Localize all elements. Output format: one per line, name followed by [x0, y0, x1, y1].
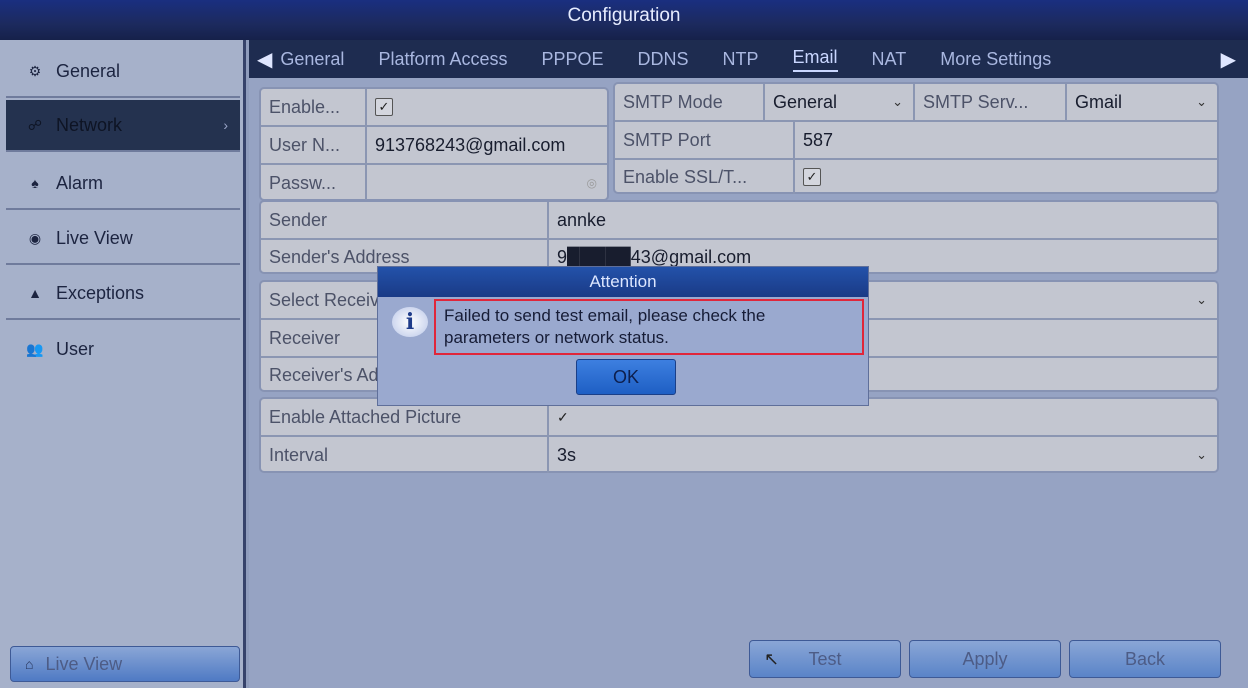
chevron-down-icon: ⌄ — [892, 94, 903, 109]
chevron-down-icon: ⌄ — [1196, 447, 1207, 462]
check-icon: ✓ — [803, 168, 821, 186]
smtp-group: SMTP Mode General ⌄ SMTP Serv... Gmail ⌄… — [613, 82, 1219, 194]
users-icon: 👥 — [26, 340, 44, 357]
smtp-port-label: SMTP Port — [615, 122, 795, 158]
sidebar-item-label: User — [56, 338, 95, 359]
sender-label: Sender — [261, 202, 549, 238]
sidebar-item-label: Alarm — [56, 172, 104, 193]
info-icon: i — [392, 307, 428, 337]
check-icon: ✓ — [557, 408, 569, 425]
sender-group: Sender annke Sender's Address 9█████43@g… — [259, 200, 1219, 274]
sidebar-item-label: General — [56, 60, 121, 81]
eye-icon[interactable]: ◎ — [587, 176, 597, 190]
tab-more-settings[interactable]: More Settings — [940, 49, 1051, 70]
home-icon: ⌂ — [25, 656, 34, 672]
smtp-mode-value: General — [773, 91, 838, 112]
sidebar-item-label: Exceptions — [56, 282, 145, 303]
window-title: Configuration — [0, 0, 1248, 40]
password-label: Passw... — [261, 165, 367, 201]
tab-scroll-right-icon[interactable]: ▶ — [1221, 47, 1236, 72]
ssl-label: Enable SSL/T... — [615, 160, 795, 194]
account-group: Enable... ✓ User N... 913768243@gmail.co… — [259, 87, 609, 201]
test-button[interactable]: ↖ Test — [749, 640, 901, 678]
ssl-checkbox[interactable]: ✓ — [795, 160, 1217, 194]
smtp-mode-label: SMTP Mode — [615, 84, 765, 120]
chevron-down-icon: ⌄ — [1196, 94, 1207, 109]
tab-ntp[interactable]: NTP — [723, 49, 759, 70]
smtp-mode-select[interactable]: General ⌄ — [765, 84, 915, 120]
eye-icon: ◉ — [28, 229, 42, 246]
attention-dialog: Attention i Failed to send test email, p… — [377, 266, 869, 406]
tab-scroll-left-icon[interactable]: ◀ — [257, 47, 272, 72]
back-button[interactable]: Back — [1069, 640, 1221, 678]
password-input[interactable]: ◎ — [367, 165, 607, 201]
interval-select[interactable]: 3s ⌄ — [549, 437, 1217, 473]
username-label: User N... — [261, 127, 367, 163]
warning-icon: ▲ — [28, 285, 42, 301]
sidebar-item-network[interactable]: ☍ Network › — [6, 100, 240, 152]
sidebar-item-label: Network — [56, 114, 123, 135]
sidebar-item-exceptions[interactable]: ▲ Exceptions — [6, 268, 240, 320]
interval-value: 3s — [557, 444, 577, 465]
sidebar-item-label: Live View — [56, 227, 133, 248]
alarm-icon: ♠ — [31, 175, 39, 191]
ok-button[interactable]: OK — [576, 359, 676, 395]
chevron-right-icon: › — [223, 117, 228, 133]
interval-label: Interval — [261, 437, 549, 473]
apply-button[interactable]: Apply — [909, 640, 1061, 678]
smtp-server-select[interactable]: Gmail ⌄ — [1067, 84, 1217, 120]
gear-icon: ⚙ — [28, 62, 42, 79]
tab-platform-access[interactable]: Platform Access — [378, 49, 507, 70]
smtp-port-input[interactable]: 587 — [795, 122, 1217, 158]
live-view-button[interactable]: ⌂ Live View — [10, 646, 240, 682]
sidebar-item-user[interactable]: 👥 User — [6, 323, 240, 375]
tab-general[interactable]: General — [280, 49, 344, 70]
enable-checkbox[interactable]: ✓ — [367, 89, 607, 125]
sidebar: ⚙ General ☍ Network › ♠ Alarm ◉ Live Vie… — [0, 40, 246, 688]
tab-ddns[interactable]: DDNS — [638, 49, 689, 70]
smtp-server-value: Gmail — [1075, 91, 1123, 112]
sidebar-item-alarm[interactable]: ♠ Alarm — [6, 158, 240, 210]
username-input[interactable]: 913768243@gmail.com — [367, 127, 607, 163]
tab-nat[interactable]: NAT — [872, 49, 907, 70]
tab-pppoe[interactable]: PPPOE — [541, 49, 603, 70]
dialog-title: Attention — [378, 267, 868, 297]
test-label: Test — [808, 648, 842, 669]
tab-bar: ◀ General Platform Access PPPOE DDNS NTP… — [249, 40, 1248, 78]
smtp-server-label: SMTP Serv... — [915, 84, 1067, 120]
check-icon: ✓ — [375, 98, 393, 116]
chevron-down-icon: ⌄ — [1196, 292, 1207, 307]
live-view-label: Live View — [45, 653, 123, 674]
mouse-cursor-icon: ↖ — [764, 648, 780, 669]
enable-label: Enable... — [261, 89, 367, 125]
dialog-message: Failed to send test email, please check … — [434, 299, 864, 355]
tab-email[interactable]: Email — [792, 47, 838, 72]
network-icon: ☍ — [27, 116, 43, 133]
sender-input[interactable]: annke — [549, 202, 1217, 238]
sidebar-item-general[interactable]: ⚙ General — [6, 46, 240, 98]
picture-group: Enable Attached Picture ✓ Interval 3s ⌄ — [259, 397, 1219, 473]
sidebar-item-live-view[interactable]: ◉ Live View — [6, 213, 240, 265]
